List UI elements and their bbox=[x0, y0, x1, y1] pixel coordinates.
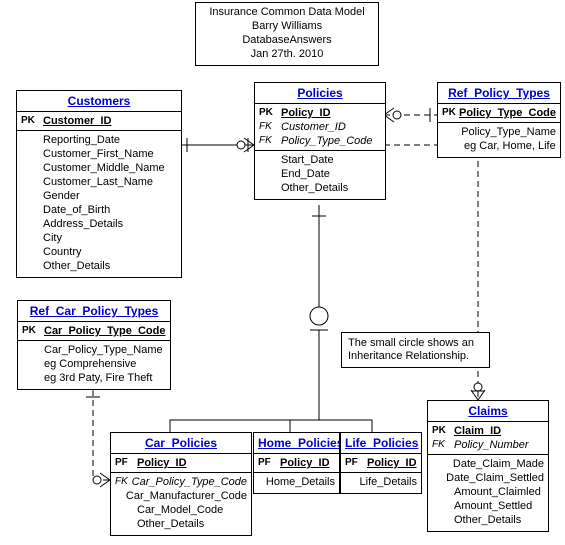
pk-label: PK bbox=[432, 424, 454, 438]
fk-field: Policy_Number bbox=[454, 438, 544, 452]
attr: Amount_Claimled bbox=[454, 485, 544, 499]
attr: Address_Details bbox=[43, 217, 177, 231]
entity-title: Car_Policies bbox=[111, 433, 251, 454]
fk-field: Car_Policy_Type_Code bbox=[132, 475, 247, 489]
pk-field: Customer_ID bbox=[43, 114, 177, 128]
note-line: Inheritance Relationship. bbox=[348, 350, 483, 363]
pk-label: PK bbox=[442, 106, 459, 120]
attr: Other_Details bbox=[281, 181, 381, 195]
title-line: Jan 27th. 2010 bbox=[198, 47, 376, 61]
pf-label: PF bbox=[115, 456, 137, 470]
attr: Gender bbox=[43, 189, 177, 203]
attr: Other_Details bbox=[454, 513, 544, 527]
note-line: The small circle shows an bbox=[348, 337, 483, 350]
pf-field: Policy_ID bbox=[137, 456, 247, 470]
attr: eg Car, Home, Life bbox=[464, 139, 556, 153]
attr: Reporting_Date bbox=[43, 133, 177, 147]
entity-title: Ref_Policy_Types bbox=[438, 83, 560, 104]
attr: Home_Details bbox=[266, 475, 335, 489]
pk-label: PK bbox=[22, 324, 44, 338]
attr: Date_of_Birth bbox=[43, 203, 177, 217]
attr: Other_Details bbox=[43, 259, 177, 273]
attr: eg 3rd Paty, Fire Theft bbox=[44, 371, 166, 385]
fk-label: FK bbox=[259, 120, 281, 134]
pk-field: Claim_ID bbox=[454, 424, 544, 438]
attr: End_Date bbox=[281, 167, 381, 181]
entity-title: Policies bbox=[255, 83, 385, 104]
diagram-title-box: Insurance Common Data Model Barry Willia… bbox=[195, 2, 379, 66]
title-line: Barry Williams bbox=[198, 19, 376, 33]
inheritance-note: The small circle shows an Inheritance Re… bbox=[341, 332, 490, 368]
entity-customers: Customers PKCustomer_ID Reporting_Date C… bbox=[16, 90, 182, 278]
entity-title: Claims bbox=[428, 401, 548, 422]
attr: City bbox=[43, 231, 177, 245]
pk-field: Car_Policy_Type_Code bbox=[44, 324, 166, 338]
entity-title: Life_Policies bbox=[341, 433, 421, 454]
title-line: DatabaseAnswers bbox=[198, 33, 376, 47]
pk-label: PK bbox=[21, 114, 43, 128]
pk-field: Policy_ID bbox=[281, 106, 381, 120]
entity-title: Ref_Car_Policy_Types bbox=[18, 301, 170, 322]
fk-field: Policy_Type_Code bbox=[281, 134, 381, 148]
entity-ref-car-policy-types: Ref_Car_Policy_Types PKCar_Policy_Type_C… bbox=[17, 300, 171, 390]
attr: Date_Claim_Made bbox=[453, 457, 544, 471]
fk-label: FK bbox=[259, 134, 281, 148]
entity-title: Customers bbox=[17, 91, 181, 112]
attr: Car_Manufacturer_Code bbox=[126, 489, 247, 503]
pk-field: Policy_Type_Code bbox=[459, 106, 556, 120]
attr: Customer_Last_Name bbox=[43, 175, 177, 189]
title-line: Insurance Common Data Model bbox=[198, 5, 376, 19]
entity-life-policies: Life_Policies PFPolicy_ID Life_Details bbox=[340, 432, 422, 494]
attr: Other_Details bbox=[137, 517, 247, 531]
attr: Start_Date bbox=[281, 153, 381, 167]
pf-field: Policy_ID bbox=[280, 456, 335, 470]
entity-ref-policy-types: Ref_Policy_Types PKPolicy_Type_Code Poli… bbox=[437, 82, 561, 158]
attr: Policy_Type_Name bbox=[461, 125, 556, 139]
entity-claims: Claims PKClaim_ID FKPolicy_Number Date_C… bbox=[427, 400, 549, 532]
entity-title: Home_Policies bbox=[254, 433, 339, 454]
attr: Life_Details bbox=[360, 475, 417, 489]
attr: eg Comprehensive bbox=[44, 357, 166, 371]
fk-field: Customer_ID bbox=[281, 120, 381, 134]
fk-label: FK bbox=[432, 438, 454, 452]
attr: Customer_First_Name bbox=[43, 147, 177, 161]
pf-label: PF bbox=[345, 456, 367, 470]
pf-label: PF bbox=[258, 456, 280, 470]
attr: Car_Model_Code bbox=[137, 503, 247, 517]
attr: Date_Claim_Settled bbox=[446, 471, 544, 485]
attr: Customer_Middle_Name bbox=[43, 161, 177, 175]
pk-label: PK bbox=[259, 106, 281, 120]
entity-car-policies: Car_Policies PFPolicy_ID FKCar_Policy_Ty… bbox=[110, 432, 252, 536]
entity-home-policies: Home_Policies PFPolicy_ID Home_Details bbox=[253, 432, 340, 494]
attr: Amount_Settled bbox=[454, 499, 544, 513]
fk-label: FK bbox=[115, 475, 132, 489]
attr: Car_Policy_Type_Name bbox=[44, 343, 166, 357]
attr: Country bbox=[43, 245, 177, 259]
entity-policies: Policies PKPolicy_ID FKCustomer_ID FKPol… bbox=[254, 82, 386, 200]
pf-field: Policy_ID bbox=[367, 456, 417, 470]
